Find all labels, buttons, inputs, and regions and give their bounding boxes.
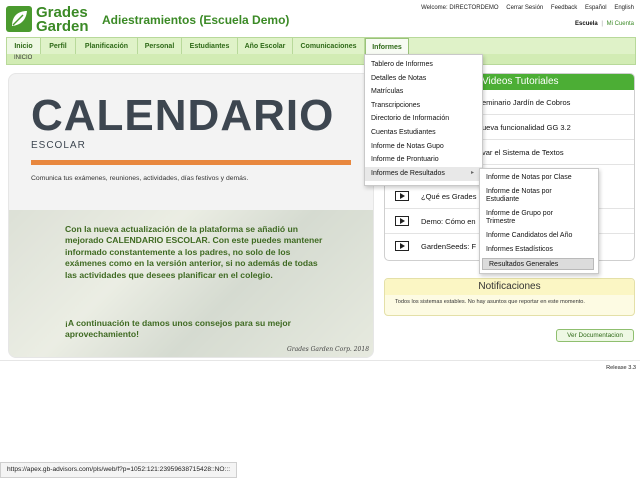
video-label: ¿Qué es Grades — [421, 192, 477, 201]
tab-informes[interactable]: Informes — [365, 38, 409, 55]
breadcrumb: INICIO — [6, 54, 636, 65]
menu-item-directorio[interactable]: Directorio de Información — [365, 112, 482, 126]
tab-comunicaciones[interactable]: Comunicaciones — [293, 38, 365, 55]
menu-item-notas-gupo[interactable]: Informe de Notas Gupo — [365, 140, 482, 154]
logout-link[interactable]: Cerrar Sesión — [506, 5, 543, 11]
video-play-icon — [395, 191, 409, 201]
submenu-item-grupo-trimestre[interactable]: Informe de Grupo por Trimestre — [480, 210, 570, 227]
video-label: eminario Jardín de Cobros — [482, 98, 571, 107]
breadcrumb-inicio[interactable]: INICIO — [14, 55, 32, 61]
calendar-subtitle: ESCOLAR — [31, 140, 86, 151]
video-label: Demo: Cómo en — [421, 217, 476, 226]
status-bar-url: https://apex.gb-advisors.com/pls/web/f?p… — [0, 462, 238, 478]
logo-text-line2: Garden — [36, 18, 89, 35]
view-documentation-button[interactable]: Ver Documentacion — [556, 329, 634, 342]
menu-item-resultados[interactable]: Informes de Resultados ▸ — [365, 167, 482, 181]
tab-ano-escolar[interactable]: Año Escolar — [238, 38, 293, 55]
top-links: Welcome: DIRECTORDEMO Cerrar Sesión Feed… — [415, 5, 634, 11]
accent-divider — [31, 160, 351, 165]
grades-garden-logo[interactable]: Grades Garden — [6, 5, 94, 36]
menu-item-prontuario[interactable]: Informe de Prontuario — [365, 153, 482, 167]
menu-item-detalles-notas[interactable]: Detalles de Notas — [365, 72, 482, 86]
photo-credit: Grades Garden Corp. 2018 — [287, 346, 370, 353]
submenu-item-notas-estudiante[interactable]: Informe de Notas por Estudiante — [480, 188, 560, 205]
submenu-item-candidatos[interactable]: Informe Candidatos del Año — [480, 232, 598, 240]
notifications-body: Todos los sistemas estables. No hay asun… — [395, 299, 585, 305]
video-label: var el Sistema de Textos — [482, 148, 564, 157]
welcome-text: Welcome: DIRECTORDEMO — [421, 5, 499, 11]
notifications-title: Notificaciones — [385, 279, 634, 295]
menu-item-cuentas[interactable]: Cuentas Estudiantes — [365, 126, 482, 140]
video-label: GardenSeeds: F — [421, 242, 477, 251]
release-version: Release 3.3 — [606, 365, 636, 371]
submenu-item-resultados-generales[interactable]: Resultados Generales — [482, 258, 594, 270]
tab-personal[interactable]: Personal — [138, 38, 182, 55]
informes-menu: Tablero de Informes Detalles de Notas Ma… — [364, 54, 483, 186]
calendar-body: Con la nueva actualización de la platafo… — [65, 224, 323, 280]
menu-item-transcripciones[interactable]: Transcripciones — [365, 99, 482, 113]
notifications-panel: Notificaciones Todos los sistemas establ… — [384, 278, 635, 316]
calendar-body-2: ¡A continuación te damos unos consejos p… — [65, 318, 292, 340]
resultados-submenu: Informe de Notas por Clase Informe de No… — [479, 168, 599, 274]
calendar-note: Comunica tus exámenes, reuniones, activi… — [31, 175, 249, 182]
menu-item-tablero[interactable]: Tablero de Informes — [365, 58, 482, 72]
my-account-link[interactable]: Mi Cuenta — [607, 21, 634, 27]
tab-inicio[interactable]: Inicio — [7, 38, 41, 55]
leaf-logo-icon — [6, 6, 32, 32]
tab-estudiantes[interactable]: Estudiantes — [182, 38, 238, 55]
feedback-link[interactable]: Feedback — [551, 5, 577, 11]
footer-divider — [0, 360, 640, 361]
submenu-item-estadisticos[interactable]: Informes Estadísticos — [480, 246, 598, 254]
spanish-link[interactable]: Español — [585, 5, 607, 11]
calendar-banner[interactable]: CALENDARIO ESCOLAR Comunica tus exámenes… — [8, 73, 374, 358]
video-play-icon — [395, 241, 409, 251]
tab-planificacion[interactable]: Planificación — [76, 38, 138, 55]
tab-perfil[interactable]: Perfil — [41, 38, 76, 55]
school-link[interactable]: Escuela — [575, 21, 598, 27]
calendar-title: CALENDARIO — [31, 91, 335, 140]
link-separator: | — [601, 21, 603, 27]
menu-item-resultados-label: Informes de Resultados — [371, 170, 445, 177]
menu-item-matriculas[interactable]: Matrículas — [365, 85, 482, 99]
video-play-icon — [395, 216, 409, 226]
school-links: Escuela | Mi Cuenta — [575, 21, 634, 27]
english-link[interactable]: English — [614, 5, 634, 11]
submenu-arrow-icon: ▸ — [470, 170, 474, 176]
video-label: ueva funcionalidad GG 3.2 — [482, 123, 571, 132]
app-title: Adiestramientos (Escuela Demo) — [102, 13, 290, 27]
submenu-item-notas-clase[interactable]: Informe de Notas por Clase — [480, 174, 598, 182]
